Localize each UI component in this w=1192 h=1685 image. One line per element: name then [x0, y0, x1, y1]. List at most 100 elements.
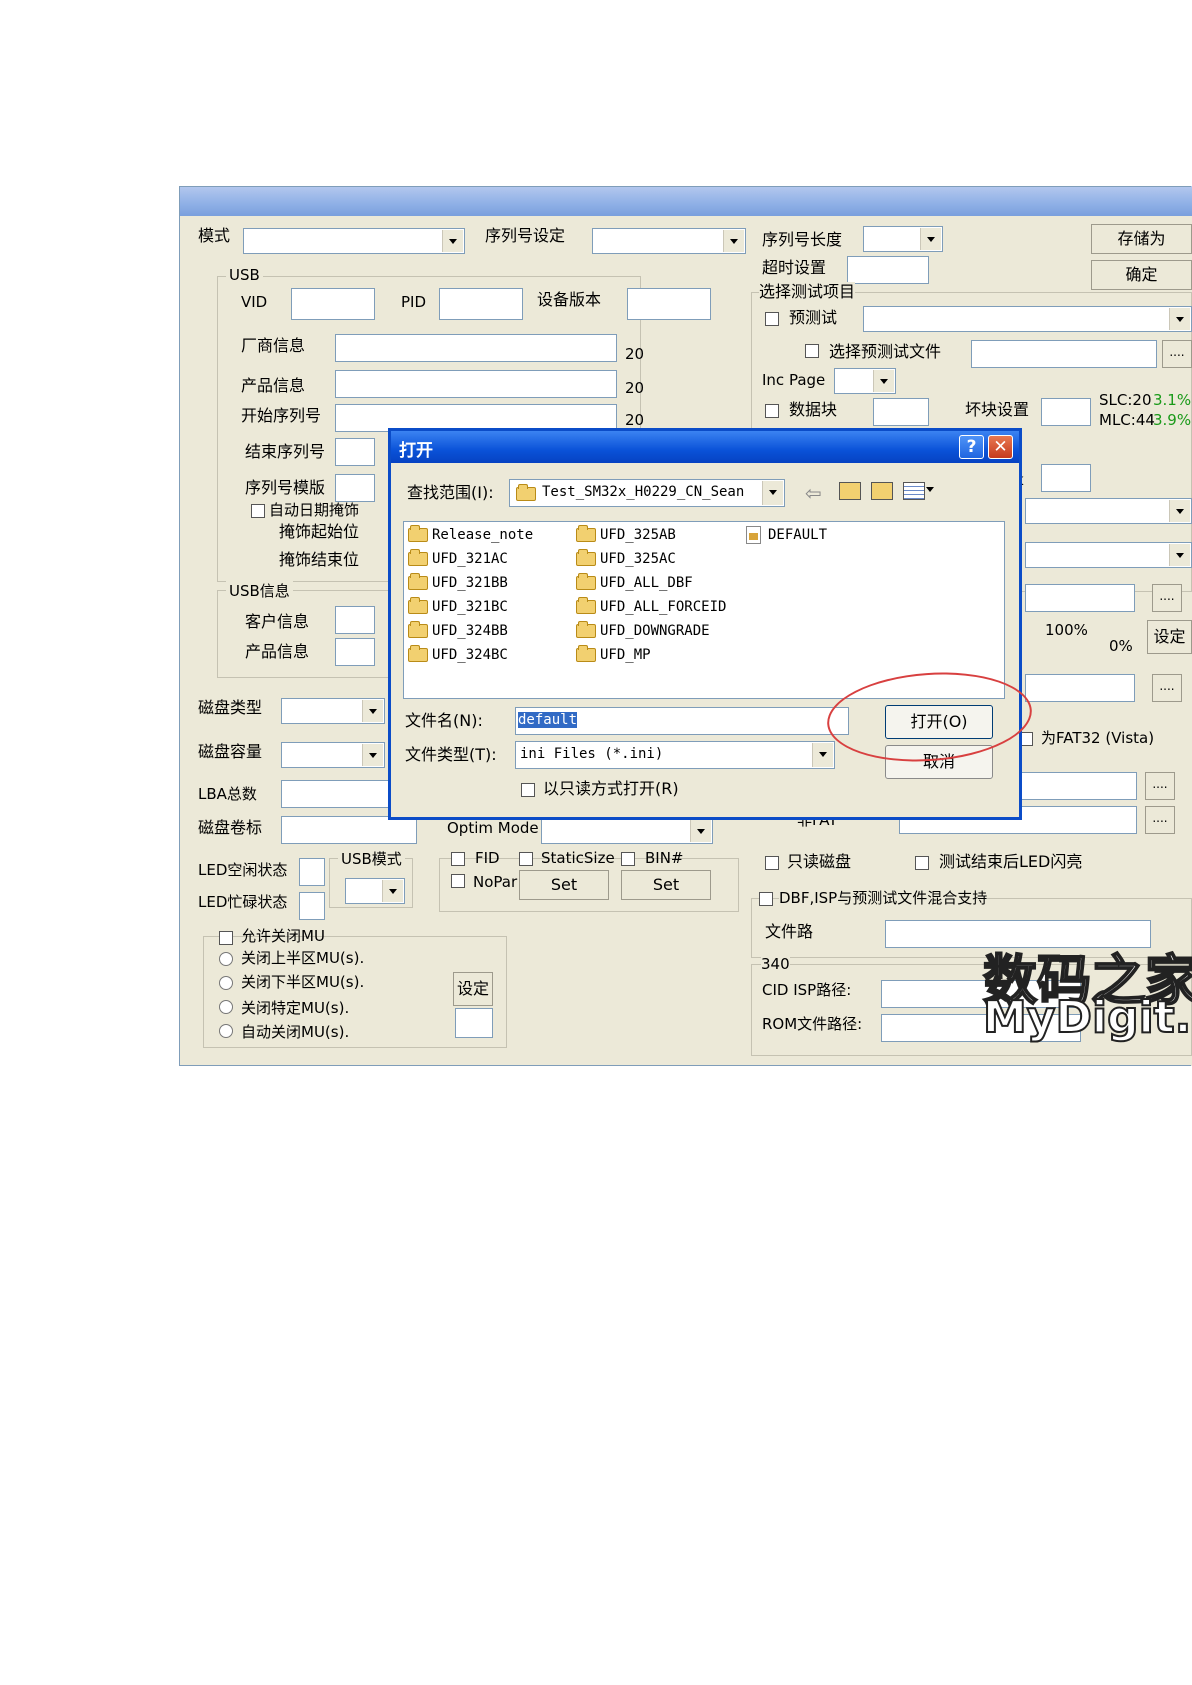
view-menu-icon[interactable]	[903, 482, 925, 500]
right-set-button[interactable]: 设定	[1147, 620, 1192, 654]
bad-block-field[interactable]	[1041, 398, 1091, 426]
save-as-button[interactable]: 存储为	[1091, 224, 1192, 254]
dbf-isp-checkbox[interactable]	[759, 892, 773, 906]
readonly-open-checkbox[interactable]	[521, 783, 535, 797]
readonly-disk-checkbox[interactable]	[765, 856, 779, 870]
chevron-down-icon	[762, 481, 783, 505]
file-list-item[interactable]: UFD_321AC	[408, 549, 508, 568]
file-list-item[interactable]: UFD_MP	[576, 645, 651, 664]
optim-mode-combo[interactable]	[541, 818, 713, 844]
pretest-checkbox[interactable]	[765, 312, 779, 326]
right-combo-1[interactable]	[1025, 498, 1192, 524]
product-info-field[interactable]	[335, 370, 617, 398]
pid-field[interactable]	[439, 288, 523, 320]
chevron-down-icon	[362, 700, 383, 722]
inc-page-combo[interactable]	[834, 368, 896, 394]
static-size-label: StaticSize	[541, 849, 615, 867]
mu-option-radio[interactable]	[219, 976, 233, 990]
k-field[interactable]	[1041, 464, 1091, 492]
pretest-file-field[interactable]	[971, 340, 1157, 368]
nopar-checkbox[interactable]	[451, 874, 465, 888]
file-name: UFD_ALL_FORCEID	[600, 599, 727, 615]
dialog-title: 打开	[399, 441, 433, 461]
mu-option-radio[interactable]	[219, 1024, 233, 1038]
file-list-item[interactable]: Release_note	[408, 525, 533, 544]
browse-button-2[interactable]: ....	[1152, 674, 1182, 702]
fid-checkbox[interactable]	[451, 852, 465, 866]
led-busy-field[interactable]	[299, 892, 325, 920]
static-size-checkbox[interactable]	[519, 852, 533, 866]
file-list-item[interactable]: UFD_321BC	[408, 597, 508, 616]
data-block-field[interactable]	[873, 398, 929, 426]
percent-0-label: 0%	[1109, 637, 1133, 655]
disk-capacity-combo[interactable]	[281, 742, 385, 768]
mu-option-label: 关闭下半区MU(s).	[241, 973, 365, 991]
mu-set-button[interactable]: 设定	[453, 972, 493, 1006]
mu-option-radio[interactable]	[219, 952, 233, 966]
file-list-item[interactable]: UFD_321BB	[408, 573, 508, 592]
file-list-item[interactable]: UFD_325AB	[576, 525, 676, 544]
back-arrow-icon[interactable]: ⇦	[805, 481, 822, 505]
chevron-down-icon	[920, 228, 941, 250]
browse-button-3[interactable]: ....	[1145, 772, 1175, 800]
folder-icon	[408, 573, 428, 590]
auto-date-mask-checkbox[interactable]	[251, 504, 265, 518]
customer-info-field[interactable]	[335, 606, 375, 634]
ok-button[interactable]: 确定	[1091, 260, 1192, 290]
serial-template-label: 序列号模版	[245, 478, 326, 497]
select-pretest-file-checkbox[interactable]	[805, 344, 819, 358]
vid-field[interactable]	[291, 288, 375, 320]
file-list-item[interactable]: DEFAULT	[744, 526, 827, 544]
usb-mode-combo[interactable]	[345, 878, 405, 904]
look-in-combo[interactable]: Test_SM32x_H0229_CN_Sean	[509, 479, 785, 507]
mode-combo[interactable]	[243, 228, 465, 254]
disk-volume-field[interactable]	[281, 816, 417, 844]
disk-volume-label: 磁盘卷标	[198, 818, 263, 837]
up-folder-icon[interactable]	[839, 482, 861, 500]
pretest-combo[interactable]	[863, 306, 1192, 332]
close-button[interactable]: ✕	[988, 435, 1013, 459]
device-version-field[interactable]	[627, 288, 711, 320]
set-button-1[interactable]: Set	[519, 870, 609, 900]
help-button[interactable]: ?	[959, 435, 984, 459]
led-idle-field[interactable]	[299, 858, 325, 886]
bin-checkbox[interactable]	[621, 852, 635, 866]
file-list-item[interactable]: UFD_ALL_DBF	[576, 573, 693, 592]
filename-field[interactable]: default	[515, 707, 849, 735]
file-list-item[interactable]: UFD_ALL_FORCEID	[576, 597, 727, 616]
right-field-1[interactable]	[1025, 584, 1135, 612]
mu-value-field[interactable]	[455, 1008, 493, 1038]
right-combo-2[interactable]	[1025, 542, 1192, 568]
serial-setting-combo[interactable]	[592, 228, 746, 254]
mu-option-radio[interactable]	[219, 1000, 233, 1014]
file-list-item[interactable]: UFD_DOWNGRADE	[576, 621, 710, 640]
timeout-label: 超时设置	[762, 258, 827, 277]
file-list-item[interactable]: UFD_325AC	[576, 549, 676, 568]
browse-button-1[interactable]: ....	[1152, 584, 1182, 612]
set-button-2[interactable]: Set	[621, 870, 711, 900]
data-block-checkbox[interactable]	[765, 404, 779, 418]
vendor-info-field[interactable]	[335, 334, 617, 362]
serial-length-combo[interactable]	[863, 226, 943, 252]
file-list-item[interactable]: UFD_324BB	[408, 621, 508, 640]
select-pretest-file-label: 选择预测试文件	[829, 342, 942, 361]
file-name: UFD_321AC	[432, 551, 508, 567]
led-blink-checkbox[interactable]	[915, 856, 929, 870]
inc-page-label: Inc Page	[762, 371, 826, 389]
timeout-field[interactable]	[847, 256, 929, 284]
file-list-item[interactable]: UFD_324BC	[408, 645, 508, 664]
browse-pretest-button[interactable]: ....	[1162, 340, 1192, 368]
bin-label: BIN#	[645, 849, 684, 867]
browse-button-4[interactable]: ....	[1145, 806, 1175, 834]
disk-type-combo[interactable]	[281, 698, 385, 724]
right-field-2[interactable]	[1025, 674, 1135, 702]
end-serial-field[interactable]	[335, 438, 375, 466]
usb-product-info-field[interactable]	[335, 638, 375, 666]
filetype-combo[interactable]: ini Files (*.ini)	[515, 741, 835, 769]
serial-template-field[interactable]	[335, 474, 375, 502]
led-blink-label: 测试结束后LED闪亮	[939, 852, 1083, 871]
optim-mode-label: Optim Mode :	[447, 819, 549, 837]
allow-close-mu-checkbox[interactable]	[219, 931, 233, 945]
new-folder-icon[interactable]	[871, 482, 893, 500]
product-info-limit: 20	[625, 379, 645, 397]
